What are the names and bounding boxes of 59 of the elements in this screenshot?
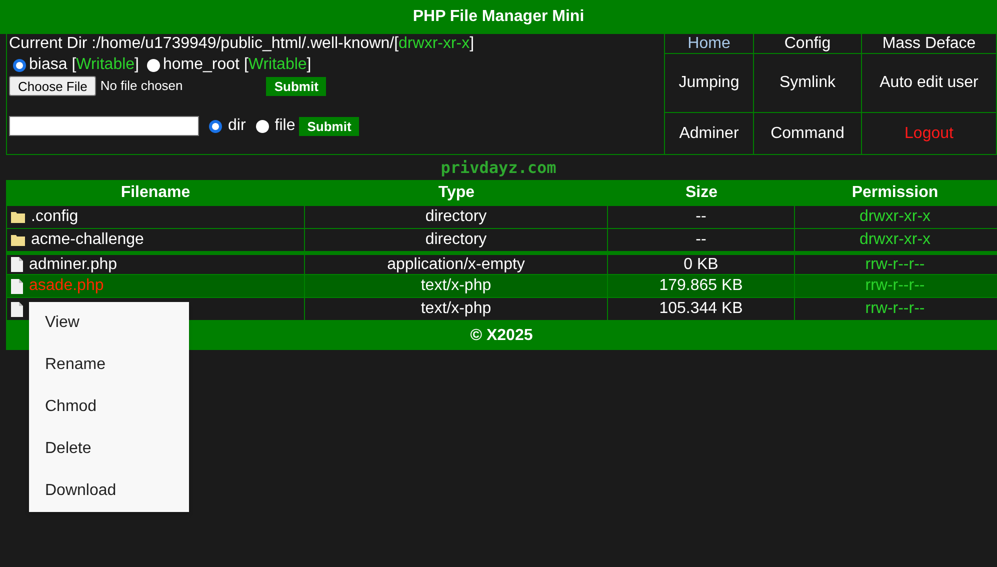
nav-link[interactable]: Symlink bbox=[754, 54, 862, 113]
name-input-field[interactable] bbox=[9, 116, 199, 136]
table-cell: application/x-empty bbox=[305, 255, 608, 274]
type-label: dir bbox=[228, 116, 246, 136]
create-submit-button[interactable]: Submit bbox=[299, 116, 360, 136]
nav-link[interactable]: Command bbox=[754, 113, 862, 154]
permission-text: drwxr-xr-x bbox=[858, 207, 932, 227]
menu-item[interactable]: Delete bbox=[29, 428, 189, 470]
menu-item[interactable]: Chmod bbox=[29, 386, 189, 428]
file-status-text: No file chosen bbox=[100, 77, 184, 96]
file-icon bbox=[11, 257, 23, 272]
table-cell: directory bbox=[305, 229, 608, 251]
file-name[interactable]: .config bbox=[31, 205, 78, 229]
page-title: PHP File Manager Mini bbox=[0, 0, 997, 34]
table-cell: 105.344 KB bbox=[608, 298, 795, 320]
table-cell: directory bbox=[305, 206, 608, 228]
submit-button[interactable]: Submit bbox=[266, 76, 326, 96]
nav-link[interactable]: Logout bbox=[862, 113, 996, 154]
table-cell: -- bbox=[608, 229, 795, 251]
column-header: Filename bbox=[120, 183, 192, 203]
radio-button[interactable] bbox=[147, 58, 160, 72]
choose-file-button[interactable]: Choose File bbox=[9, 76, 96, 96]
permission-text: rrw-r--r-- bbox=[864, 299, 926, 319]
current-dir-text: Current Dir :/home/u1739949/public_html/.well-known/[drwxr-xr-x] bbox=[9, 34, 476, 54]
file-name[interactable]: adminer.php bbox=[29, 252, 118, 276]
folder-icon bbox=[11, 234, 25, 246]
column-header: Permission bbox=[850, 183, 940, 203]
table-cell: text/x-php bbox=[305, 275, 608, 297]
file-icon bbox=[11, 302, 23, 316]
nav-link[interactable]: Config bbox=[754, 34, 862, 54]
upload-mode-label: biasa [Writable] bbox=[29, 55, 139, 75]
file-row[interactable]: .config directory -- drwxr-xr-x bbox=[6, 206, 997, 229]
table-cell: text/x-php bbox=[305, 298, 608, 320]
table-cell: 179.865 KB bbox=[608, 275, 795, 297]
column-header: Type bbox=[437, 183, 476, 203]
radio-button[interactable] bbox=[256, 120, 269, 132]
radio-button[interactable] bbox=[209, 120, 222, 132]
file-icon bbox=[11, 278, 23, 294]
type-label: file bbox=[274, 116, 296, 136]
brand-text: privdayz.com bbox=[440, 157, 558, 179]
folder-icon bbox=[11, 211, 25, 223]
nav-link[interactable]: Jumping bbox=[665, 54, 754, 113]
file-name[interactable]: acme-challenge bbox=[31, 228, 144, 252]
permission-text: rrw-r--r-- bbox=[864, 276, 926, 296]
nav-link[interactable]: Home bbox=[665, 34, 754, 54]
menu-item[interactable]: Download bbox=[29, 470, 189, 512]
file-row[interactable]: asade.php text/x-php 179.865 KB rrw-r--r-- bbox=[6, 275, 997, 298]
nav-link[interactable]: Mass Deface bbox=[862, 34, 996, 54]
table-cell: -- bbox=[608, 206, 795, 228]
file-row[interactable]: adminer.php application/x-empty 0 KB rrw-r--r-- bbox=[6, 252, 997, 275]
file-row[interactable]: acme-challenge directory -- drwxr-xr-x bbox=[6, 229, 997, 252]
permission-text: drwxr-xr-x bbox=[858, 230, 932, 250]
nav-link[interactable]: Adminer bbox=[665, 113, 754, 154]
radio-button[interactable] bbox=[13, 58, 26, 72]
nav-link[interactable]: Auto edit user bbox=[862, 54, 996, 113]
permission-text: rrw-r--r-- bbox=[864, 255, 926, 274]
table-cell: 0 KB bbox=[608, 255, 795, 274]
column-header: Size bbox=[684, 183, 718, 203]
upload-mode-label: home_root [Writable] bbox=[163, 55, 312, 75]
